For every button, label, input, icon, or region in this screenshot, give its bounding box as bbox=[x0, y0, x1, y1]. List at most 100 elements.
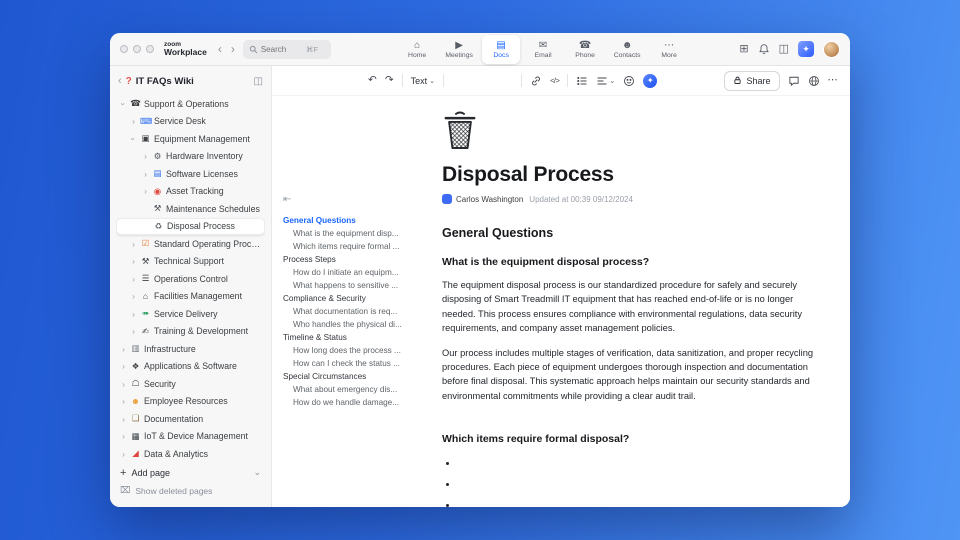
tree-item[interactable]: › ☻ Employee Resources bbox=[116, 393, 265, 411]
close-window-button[interactable] bbox=[120, 45, 128, 53]
apps-grid-icon[interactable]: ⊞ bbox=[739, 43, 748, 55]
maximize-window-button[interactable] bbox=[146, 45, 154, 53]
app-tab[interactable]: ✉ Email bbox=[524, 35, 562, 64]
expand-chevron-icon[interactable]: › bbox=[120, 362, 127, 371]
tree-item[interactable]: › ⚒ Technical Support bbox=[116, 253, 265, 271]
tree-item[interactable]: › ☎ Support & Operations bbox=[116, 95, 265, 113]
toc-item[interactable]: How can I check the status ... bbox=[283, 357, 432, 370]
inline-code-icon[interactable]: </> bbox=[550, 76, 560, 85]
expand-chevron-icon[interactable]: › bbox=[130, 292, 137, 301]
expand-chevron-icon[interactable]: › bbox=[130, 257, 137, 266]
expand-chevron-icon[interactable]: › bbox=[120, 345, 127, 354]
toc-item[interactable]: General Questions bbox=[283, 214, 432, 227]
toc-item[interactable]: How do I initiate an equipm... bbox=[283, 266, 432, 279]
tree-item-label: Hardware Inventory bbox=[166, 151, 243, 162]
tree-item[interactable]: › ▣ Equipment Management bbox=[116, 130, 265, 148]
apps-icon: ❖ bbox=[131, 360, 140, 371]
toc-item[interactable]: What happens to sensitive ... bbox=[283, 279, 432, 292]
sidebar-back-icon[interactable]: ‹ bbox=[118, 75, 122, 87]
expand-chevron-icon[interactable]: › bbox=[142, 187, 149, 196]
tree-item[interactable]: › ◢ Data & Analytics bbox=[116, 445, 265, 463]
emoji-icon[interactable] bbox=[623, 75, 635, 87]
tree-item[interactable]: › ☖ Security bbox=[116, 375, 265, 393]
toc-item[interactable]: Compliance & Security bbox=[283, 292, 432, 305]
expand-chevron-icon[interactable]: › bbox=[130, 240, 137, 249]
tree-item[interactable]: › ✍ Training & Development bbox=[116, 323, 265, 341]
document-content[interactable]: Disposal Process Carlos Washington Updat… bbox=[442, 96, 824, 507]
link-icon[interactable] bbox=[530, 75, 542, 87]
collaborator-avatar[interactable] bbox=[702, 73, 717, 88]
tree-item[interactable]: › ▥ Infrastructure bbox=[116, 340, 265, 358]
expand-chevron-icon[interactable]: › bbox=[120, 397, 127, 406]
tree-item[interactable]: › ▦ IoT & Device Management bbox=[116, 428, 265, 446]
tree-item[interactable]: › ➠ Service Delivery bbox=[116, 305, 265, 323]
expand-chevron-icon[interactable]: › bbox=[142, 170, 149, 179]
expand-chevron-icon[interactable]: › bbox=[130, 310, 137, 319]
tree-item[interactable]: › ♻ Disposal Process bbox=[116, 217, 265, 235]
sidebar-collapse-icon[interactable]: ◫ bbox=[254, 76, 263, 87]
more-options-icon[interactable]: ⋯ bbox=[828, 75, 839, 86]
app-tab[interactable]: ⋯ More bbox=[650, 35, 688, 64]
chevron-down-icon: ⌄ bbox=[429, 77, 436, 85]
expand-chevron-icon[interactable]: › bbox=[130, 275, 137, 284]
toc-item[interactable]: How do we handle damage... bbox=[283, 396, 432, 409]
notifications-bell-icon[interactable] bbox=[758, 43, 770, 55]
gear-icon: ⚙ bbox=[153, 150, 162, 161]
tree-item[interactable]: › ◉ Asset Tracking bbox=[116, 183, 265, 201]
toc-item[interactable]: Special Circumstances bbox=[283, 370, 432, 383]
expand-chevron-icon[interactable]: › bbox=[119, 100, 129, 107]
expand-chevron-icon[interactable]: › bbox=[120, 380, 127, 389]
bulleted-list-icon[interactable] bbox=[576, 75, 588, 87]
toc-collapse-icon[interactable]: ⇤ bbox=[283, 194, 432, 205]
toc-item[interactable]: Which items require formal ... bbox=[283, 240, 432, 253]
toc-item[interactable]: What documentation is req... bbox=[283, 305, 432, 318]
app-tab[interactable]: ☻ Contacts bbox=[608, 35, 646, 64]
text-style-dropdown[interactable]: Text ⌄ bbox=[411, 76, 435, 86]
app-tab[interactable]: ☎ Phone bbox=[566, 35, 604, 64]
tree-item[interactable]: › ❏ Documentation bbox=[116, 410, 265, 428]
add-page-button[interactable]: + Add page ⌄ bbox=[116, 463, 265, 482]
expand-chevron-icon[interactable]: › bbox=[129, 135, 139, 142]
toc-item[interactable]: Who handles the physical di... bbox=[283, 318, 432, 331]
undo-button[interactable]: ↶ bbox=[368, 75, 377, 86]
phone-icon: ☎ bbox=[578, 39, 592, 51]
tree-item[interactable]: › ▤ Software Licenses bbox=[116, 165, 265, 183]
expand-chevron-icon[interactable]: › bbox=[142, 152, 149, 161]
globe-icon[interactable] bbox=[808, 75, 820, 87]
expand-chevron-icon[interactable]: › bbox=[120, 415, 127, 424]
search-box[interactable]: ⌘F bbox=[242, 39, 331, 59]
tree-item[interactable]: › ❖ Applications & Software bbox=[116, 358, 265, 376]
toc-item[interactable]: How long does the process ... bbox=[283, 344, 432, 357]
expand-chevron-icon[interactable]: › bbox=[120, 432, 127, 441]
redo-button[interactable]: ↷ bbox=[385, 75, 394, 86]
minimize-window-button[interactable] bbox=[133, 45, 141, 53]
tree-item[interactable]: › ⚒ Maintenance Schedules bbox=[116, 200, 265, 218]
ai-sparkle-button[interactable]: ✦ bbox=[798, 41, 814, 57]
app-tab[interactable]: ▶ Meetings bbox=[440, 35, 478, 64]
show-deleted-pages-button[interactable]: ⌧ Show deleted pages bbox=[116, 482, 265, 499]
expand-chevron-icon[interactable]: › bbox=[130, 327, 137, 336]
alignment-dropdown[interactable]: ⌄ bbox=[596, 75, 615, 87]
add-page-dropdown-icon[interactable]: ⌄ bbox=[253, 467, 261, 478]
share-button[interactable]: Share bbox=[724, 70, 780, 91]
tree-item[interactable]: › ⚙ Hardware Inventory bbox=[116, 148, 265, 166]
search-input[interactable] bbox=[260, 44, 303, 54]
panel-toggle-icon[interactable]: ◫ bbox=[779, 43, 789, 55]
app-tab[interactable]: ▤ Docs bbox=[482, 34, 521, 64]
expand-chevron-icon[interactable]: › bbox=[130, 117, 137, 126]
tree-item[interactable]: › ☰ Operations Control bbox=[116, 270, 265, 288]
ai-companion-button[interactable]: ✦ bbox=[643, 73, 658, 88]
toc-item[interactable]: What about emergency dis... bbox=[283, 383, 432, 396]
forward-button[interactable]: › bbox=[230, 43, 236, 55]
user-avatar[interactable] bbox=[823, 40, 840, 58]
comment-icon[interactable] bbox=[788, 75, 800, 87]
tree-item[interactable]: › ⌨ Service Desk bbox=[116, 113, 265, 131]
tree-item[interactable]: › ☑ Standard Operating Procedures bbox=[116, 235, 265, 253]
toc-item[interactable]: Process Steps bbox=[283, 253, 432, 266]
app-tab[interactable]: ⌂ Home bbox=[398, 35, 436, 64]
expand-chevron-icon[interactable]: › bbox=[120, 450, 127, 459]
tree-item[interactable]: › ⌂ Facilities Management bbox=[116, 288, 265, 306]
back-button[interactable]: ‹ bbox=[217, 43, 223, 55]
toc-item[interactable]: What is the equipment disp... bbox=[283, 227, 432, 240]
toc-item[interactable]: Timeline & Status bbox=[283, 331, 432, 344]
